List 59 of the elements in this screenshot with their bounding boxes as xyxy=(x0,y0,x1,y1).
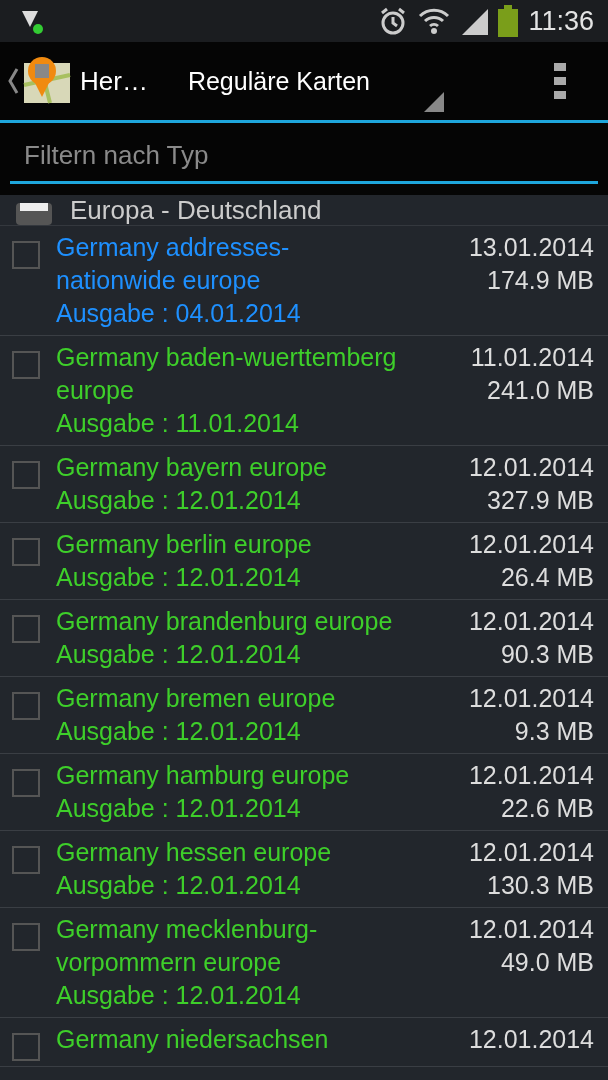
checkbox[interactable] xyxy=(12,846,40,874)
update-date: 12.01.2014 xyxy=(468,760,594,791)
update-date: 12.01.2014 xyxy=(468,452,594,483)
file-size: 49.0 MB xyxy=(500,947,594,978)
signal-icon xyxy=(460,7,489,35)
file-size: 327.9 MB xyxy=(487,485,594,516)
checkbox[interactable] xyxy=(12,351,40,379)
edition-date: Ausgabe : 11.01.2014 xyxy=(56,408,300,439)
clock-time: 11:36 xyxy=(528,5,594,37)
file-size: 9.3 MB xyxy=(514,716,594,747)
update-date: 11.01.2014 xyxy=(470,342,594,373)
checkbox[interactable] xyxy=(12,923,40,951)
update-date: 12.01.2014 xyxy=(468,606,594,637)
checkbox[interactable] xyxy=(12,241,40,269)
group-title: Europa - Deutschland xyxy=(70,196,322,224)
edition-date: Ausgabe : 12.01.2014 xyxy=(56,980,302,1011)
update-date: 13.01.2014 xyxy=(468,232,594,263)
map-name: Germany berlin europe xyxy=(56,529,313,560)
map-name: Germany mecklenburg-vorpommern europe xyxy=(56,914,319,978)
edition-date: Ausgabe : 12.01.2014 xyxy=(56,562,302,593)
file-size: 241.0 MB xyxy=(487,375,594,406)
file-size: 174.9 MB xyxy=(487,265,594,296)
map-name: Germany hamburg europe xyxy=(56,760,351,791)
map-name: Germany niedersachsen xyxy=(56,1024,330,1055)
file-size: 90.3 MB xyxy=(500,639,594,670)
checkbox[interactable] xyxy=(12,1033,40,1061)
edition-date: Ausgabe : 12.01.2014 xyxy=(56,716,302,747)
back-chevron-icon[interactable] xyxy=(6,66,20,96)
map-type-spinner[interactable]: Reguläre Karten xyxy=(187,42,534,120)
update-date: 12.01.2014 xyxy=(468,914,594,945)
map-name: Germany bayern europe xyxy=(56,452,328,483)
file-size: 130.3 MB xyxy=(487,870,594,901)
update-date: 12.01.2014 xyxy=(468,529,594,560)
checkbox[interactable] xyxy=(12,538,40,566)
filter-field[interactable]: Filtern nach Typ xyxy=(0,123,608,195)
checkbox[interactable] xyxy=(12,461,40,489)
app-title: Her… xyxy=(80,65,148,97)
file-size: 26.4 MB xyxy=(500,562,594,593)
update-date: 12.01.2014 xyxy=(468,837,594,868)
group-collapse-icon[interactable] xyxy=(16,203,52,225)
map-name: Germany baden-wuerttemberg europe xyxy=(56,342,398,406)
edition-date: Ausgabe : 12.01.2014 xyxy=(56,485,302,516)
update-date: 12.01.2014 xyxy=(468,683,594,714)
file-size: 22.6 MB xyxy=(500,793,594,824)
battery-icon xyxy=(498,5,519,37)
checkbox[interactable] xyxy=(12,692,40,720)
edition-date: Ausgabe : 12.01.2014 xyxy=(56,793,302,824)
map-name: Germany hessen europe xyxy=(56,837,333,868)
update-date: 12.01.2014 xyxy=(468,1024,594,1055)
checkbox[interactable] xyxy=(12,615,40,643)
map-name: Germany addresses-nationwide europe xyxy=(56,232,291,296)
edition-date: Ausgabe : 12.01.2014 xyxy=(56,870,302,901)
edition-date: Ausgabe : 04.01.2014 xyxy=(56,298,302,329)
map-name: Germany bremen europe xyxy=(56,683,337,714)
checkbox[interactable] xyxy=(12,769,40,797)
edition-date: Ausgabe : 12.01.2014 xyxy=(56,639,302,670)
overflow-menu-icon[interactable] xyxy=(554,63,566,99)
map-name: Germany brandenburg europe xyxy=(56,606,394,637)
wifi-icon xyxy=(418,6,451,36)
